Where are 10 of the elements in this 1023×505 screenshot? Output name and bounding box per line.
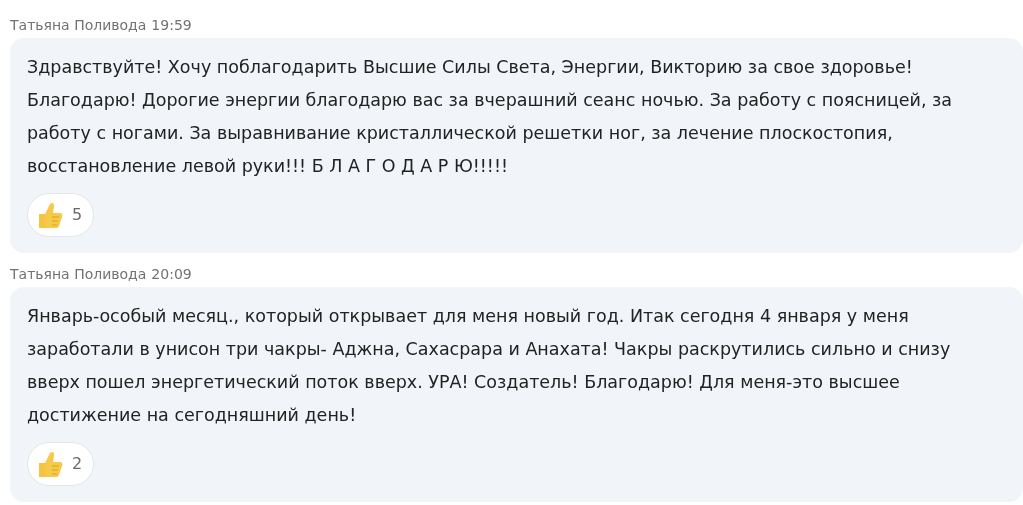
- author-name: Татьяна Поливода: [10, 265, 147, 284]
- thumbs-up-icon: [36, 200, 64, 230]
- message-text: Январь-особый месяц., который открывает для меня новый год. Итак сегодня 4 января у меня заработали в унисон три чакры- Аджна, Сахасрара и Анахата! Чакры раскрутились сильно и снизу вверх пошел энергетический поток вверх. УРА! Создатель! Благодарю! Для меня-это высшее достижение на сегодняшний день!: [27, 305, 952, 427]
- message-time: 19:59: [151, 16, 192, 35]
- author-name: Татьяна Поливода: [10, 16, 147, 35]
- thumbs-up-icon: [36, 449, 64, 479]
- reaction-button[interactable]: 5: [27, 193, 95, 237]
- message-time: 20:09: [151, 265, 192, 284]
- reaction-button[interactable]: 2: [27, 442, 95, 486]
- message-text: Здравствуйте! Хочу поблагодарить Высшие Силы Света, Энергии, Викторию за свое здоровье! Благодарю! Дорогие энергии благодарю вас за вчерашний сеанс ночью. За работу с поясницей, за работу с ногами. За выравнивание кристаллической решетки ног, за лечение плоскостопия, восстановление левой руки!!! Б Л А Г О Д А Р Ю!!!!!: [27, 56, 954, 178]
